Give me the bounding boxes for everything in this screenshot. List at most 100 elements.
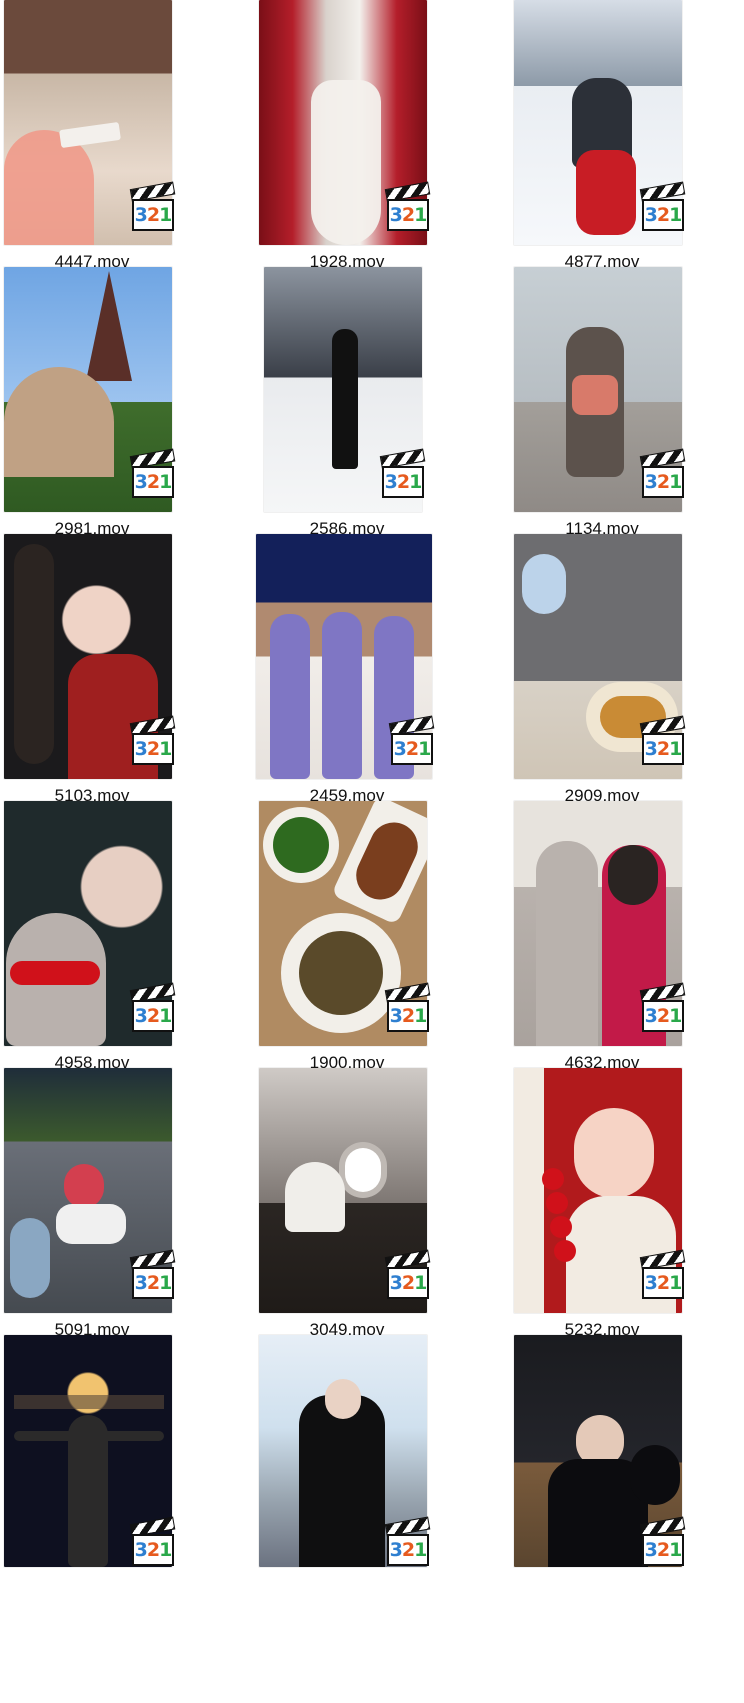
- thumbnail-detail: [10, 1218, 50, 1298]
- badge-digit: 3: [644, 1539, 658, 1561]
- badge-digit: 2: [396, 471, 410, 493]
- clapper-body: 321: [132, 1000, 174, 1032]
- badge-digit: 2: [146, 1272, 160, 1294]
- file-item[interactable]: 321 2459.mov: [255, 534, 495, 814]
- media-player-classic-icon: 321: [388, 715, 435, 767]
- file-item[interactable]: 321 5103.mov: [0, 534, 240, 814]
- clapper-body: 321: [132, 466, 174, 498]
- thumbnail-detail: [311, 80, 381, 245]
- thumbnail-grid: 321 4447.mov 321 1928.mov 321 4877.mov 3…: [0, 0, 744, 1703]
- file-item[interactable]: 321 1900.mov: [255, 801, 495, 1081]
- badge-digit: 2: [146, 1005, 160, 1027]
- thumbnail-detail: [630, 1445, 680, 1505]
- badge-digit: 1: [159, 738, 172, 760]
- clapper-body: 321: [132, 1534, 174, 1566]
- badge-digit: 1: [414, 1005, 427, 1027]
- clapper-body: 321: [642, 1000, 684, 1032]
- media-player-classic-icon: 321: [384, 1516, 431, 1568]
- badge-digit: 2: [146, 471, 160, 493]
- file-item[interactable]: 321 5091.mov: [0, 1068, 240, 1348]
- thumbnail-detail: [299, 1395, 385, 1567]
- badge-digit: 1: [418, 738, 431, 760]
- clapper-body: 321: [391, 733, 433, 765]
- badge-digit: 2: [401, 204, 415, 226]
- clapper-body: 321: [387, 1534, 429, 1566]
- file-item[interactable]: 321 4447.mov: [0, 0, 240, 280]
- badge-digit: 2: [656, 471, 670, 493]
- badge-digit: 3: [644, 204, 658, 226]
- file-item[interactable]: 321 1928.mov: [255, 0, 495, 280]
- badge-digit: 3: [134, 1272, 148, 1294]
- badge-digit: 3: [393, 738, 407, 760]
- badge-digit: 1: [669, 1539, 682, 1561]
- badge-digit: 3: [134, 471, 148, 493]
- badge-digit: 1: [409, 471, 422, 493]
- badge-digit: 1: [159, 471, 172, 493]
- file-item[interactable]: 321 2909.mov: [510, 534, 744, 814]
- media-player-classic-icon: 321: [639, 1249, 686, 1301]
- thumbnail-detail: [608, 845, 658, 905]
- badge-digit: 1: [414, 1539, 427, 1561]
- media-player-classic-icon: 321: [129, 715, 176, 767]
- thumbnail-detail: [299, 931, 383, 1015]
- badge-digit: 3: [389, 1005, 403, 1027]
- media-player-classic-icon: 321: [129, 1516, 176, 1568]
- badge-digit: 1: [159, 1272, 172, 1294]
- badge-digit: 1: [414, 1272, 427, 1294]
- badge-digit: 3: [134, 1539, 148, 1561]
- media-player-classic-icon: 321: [129, 448, 176, 500]
- thumbnail-detail: [325, 1379, 361, 1419]
- media-player-classic-icon: 321: [129, 181, 176, 233]
- file-item[interactable]: 321 4958.mov: [0, 801, 240, 1081]
- badge-digit: 3: [134, 738, 148, 760]
- file-item[interactable]: 321 4632.mov: [510, 801, 744, 1081]
- badge-digit: 3: [389, 1272, 403, 1294]
- thumbnail-detail: [14, 1431, 164, 1441]
- file-item[interactable]: 321 2981.mov: [0, 267, 240, 547]
- thumbnail-detail: [522, 554, 566, 614]
- file-item[interactable]: 321 1134.mov: [510, 267, 744, 547]
- file-item[interactable]: 321 3049.mov: [255, 1068, 495, 1348]
- badge-digit: 3: [644, 471, 658, 493]
- badge-digit: 2: [656, 1272, 670, 1294]
- badge-digit: 3: [389, 1539, 403, 1561]
- file-item[interactable]: 321: [510, 1335, 744, 1703]
- thumbnail-detail: [542, 1168, 564, 1190]
- clapper-body: 321: [642, 1267, 684, 1299]
- thumbnail-detail: [332, 329, 358, 469]
- badge-digit: 3: [134, 204, 148, 226]
- clapper-body: 321: [382, 466, 424, 498]
- file-item[interactable]: 321: [255, 1335, 495, 1703]
- clapper-body: 321: [132, 199, 174, 231]
- media-player-classic-icon: 321: [129, 1249, 176, 1301]
- badge-digit: 2: [656, 1005, 670, 1027]
- clapper-body: 321: [642, 1534, 684, 1566]
- badge-digit: 2: [656, 1539, 670, 1561]
- clapper-body: 321: [387, 199, 429, 231]
- file-item[interactable]: 321 5232.mov: [510, 1068, 744, 1348]
- badge-digit: 1: [159, 1539, 172, 1561]
- media-player-classic-icon: 321: [384, 982, 431, 1034]
- thumbnail-detail: [572, 375, 618, 415]
- thumbnail-detail: [574, 1108, 654, 1198]
- badge-digit: 3: [384, 471, 398, 493]
- thumbnail-detail: [14, 544, 54, 764]
- file-item[interactable]: 321: [0, 1335, 240, 1703]
- media-player-classic-icon: 321: [384, 181, 431, 233]
- thumbnail-detail: [322, 612, 362, 779]
- file-item[interactable]: 321 2586.mov: [255, 267, 495, 547]
- media-player-classic-icon: 321: [384, 1249, 431, 1301]
- badge-digit: 3: [644, 738, 658, 760]
- clapper-body: 321: [642, 199, 684, 231]
- file-item[interactable]: 321 4877.mov: [510, 0, 744, 280]
- thumbnail-detail: [4, 130, 94, 245]
- clapper-body: 321: [387, 1000, 429, 1032]
- thumbnail-detail: [273, 817, 329, 873]
- badge-digit: 2: [401, 1005, 415, 1027]
- thumbnail-detail: [64, 1164, 104, 1208]
- badge-digit: 1: [669, 1005, 682, 1027]
- clapper-body: 321: [132, 733, 174, 765]
- thumbnail-detail: [285, 1162, 345, 1232]
- badge-digit: 1: [669, 471, 682, 493]
- badge-digit: 2: [656, 738, 670, 760]
